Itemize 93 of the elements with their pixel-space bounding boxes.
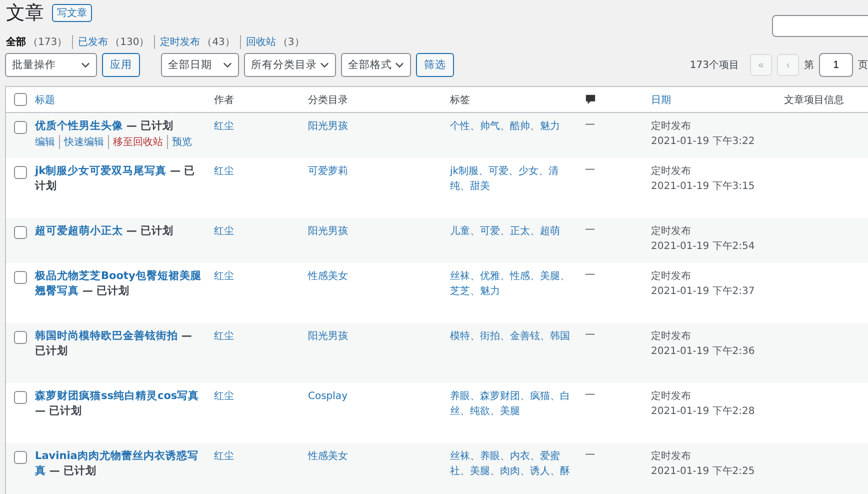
category-link[interactable]: Cosplay [308,391,348,402]
date-status: 定时发布 [651,224,692,239]
row-action-link[interactable]: 预览 [167,134,196,148]
row-checkbox[interactable] [14,121,26,134]
status-filter-link[interactable]: 已发布 [78,35,108,49]
row-action-link[interactable]: 快速编辑 [59,134,108,148]
status-filter-link[interactable]: 全部 [6,35,26,49]
tags-link[interactable]: jk制服、可爱、少女、清纯、甜美 [450,164,570,194]
status-count: （130） [110,36,150,49]
tags-link[interactable]: 丝袜、优雅、性感、美腿、芝芝、魅力 [450,269,570,299]
post-title[interactable]: 极品尤物芝芝Booty包臀短裙美腿翘臀写真 — 已计划 [35,269,206,299]
tags-link[interactable]: 儿童、可爱、正太、超萌 [450,224,570,239]
author-link[interactable]: 红尘 [214,391,234,402]
page-suffix: 页 [858,59,868,72]
category-link[interactable]: 阳光男孩 [308,226,348,237]
post-title[interactable]: jk制服少女可爱双马尾写真 — 已计划 [35,164,206,194]
page-prefix: 第 [804,59,814,72]
comment-count: — [585,449,595,460]
category-link[interactable]: 性感美女 [308,271,348,282]
category-link[interactable]: 阳光男孩 [308,121,348,132]
column-header: 文章项目信息 [784,94,844,106]
chevron-down-icon [320,62,329,68]
post-title[interactable]: 韩国时尚模特欧巴金善铉街拍 — 已计划 [35,329,206,359]
page-number-field[interactable]: 1 [819,53,853,77]
status-filter-link[interactable]: 定时发布 [160,35,200,49]
date-status: 定时发布 [651,450,692,464]
status-count: （173） [28,36,68,49]
status-count: （43） [202,36,235,49]
search-field[interactable] [772,15,868,37]
row-action-link[interactable]: 编辑 [35,134,59,148]
row-checkbox[interactable] [14,391,26,404]
comment-count: — [585,329,595,340]
date-status: 定时发布 [651,330,692,344]
column-header: 标签 [450,94,470,106]
author-link[interactable]: 红尘 [214,271,234,282]
row-checkbox[interactable] [14,166,26,179]
status-filter-link[interactable]: 回收站 [246,35,276,49]
post-title[interactable]: 超可爱超萌小正太 — 已计划 [35,224,206,239]
post-date: 2021-01-19 下午2:25 [651,465,756,479]
author-link[interactable]: 红尘 [214,451,234,462]
comment-count: — [585,224,595,235]
page-title: 文章 [6,1,44,26]
comment-count: — [585,269,595,280]
post-date: 2021-01-19 下午2:36 [651,345,756,359]
tags-link[interactable]: 个性、帅气、酷帅、魅力 [450,119,570,134]
post-date: 2021-01-19 下午3:22 [651,135,756,149]
post-title[interactable]: 森萝财团疯猫ss纯白精灵cos写真 — 已计划 [35,389,206,419]
post-date: 2021-01-19 下午2:37 [651,285,756,299]
status-count: （3） [278,36,304,49]
date-status: 定时发布 [651,270,692,284]
date-filter-dropdown[interactable]: 全部日期 [161,53,239,77]
add-post-button[interactable]: 写文章 [52,4,92,22]
date-status: 定时发布 [651,120,692,134]
column-header-link[interactable]: 日期 [651,94,671,106]
category-link[interactable]: 性感美女 [308,451,348,462]
bulk-action-dropdown[interactable]: 批量操作 [5,53,97,77]
column-header: 作者 [214,94,234,106]
tags-link[interactable]: 模特、街拍、金善铉、韩国 [450,329,570,344]
chevron-down-icon [395,62,404,68]
chevron-down-icon [81,62,90,68]
category-link[interactable]: 阳光男孩 [308,331,348,342]
author-link[interactable]: 红尘 [214,121,234,132]
post-date: 2021-01-19 下午2:28 [651,405,756,419]
row-checkbox[interactable] [14,331,26,344]
comment-icon [585,94,596,105]
category-link[interactable]: 可爱萝莉 [308,166,348,177]
format-filter-dropdown[interactable]: 全部格式 [341,53,411,77]
item-count: 173个项目 [690,59,739,72]
comment-count: — [585,119,595,130]
row-checkbox[interactable] [14,451,26,464]
comment-count: — [585,164,595,175]
column-header: 分类目录 [308,94,348,106]
row-checkbox[interactable] [14,226,26,239]
select-all-checkbox[interactable] [14,93,26,106]
date-status: 定时发布 [651,390,692,404]
author-link[interactable]: 红尘 [214,226,234,237]
filter-button[interactable]: 筛选 [416,53,454,77]
apply-button[interactable]: 应用 [102,53,140,77]
tags-link[interactable]: 养眼、森萝财团、疯猫、白丝、纯欲、美腿 [450,389,570,419]
column-header-link[interactable]: 标题 [35,94,55,106]
chevron-down-icon [223,62,232,68]
category-filter-dropdown[interactable]: 所有分类目录 [244,53,336,77]
post-date: 2021-01-19 下午3:15 [651,180,756,194]
trash-link[interactable]: 移至回收站 [108,134,167,148]
post-title[interactable]: 优质个性男生头像 — 已计划 [35,119,206,134]
tags-link[interactable]: 丝袜、养眼、内衣、爱蜜社、美腿、肉肉、诱人、酥 [450,449,570,479]
row-checkbox[interactable] [14,271,26,284]
date-status: 定时发布 [651,164,692,179]
post-date: 2021-01-19 下午2:54 [651,240,756,254]
comment-count: — [585,389,595,400]
post-title[interactable]: Lavinia肉肉尤物蕾丝内衣诱惑写真 — 已计划 [35,449,206,479]
author-link[interactable]: 红尘 [214,331,234,342]
author-link[interactable]: 红尘 [214,166,234,177]
